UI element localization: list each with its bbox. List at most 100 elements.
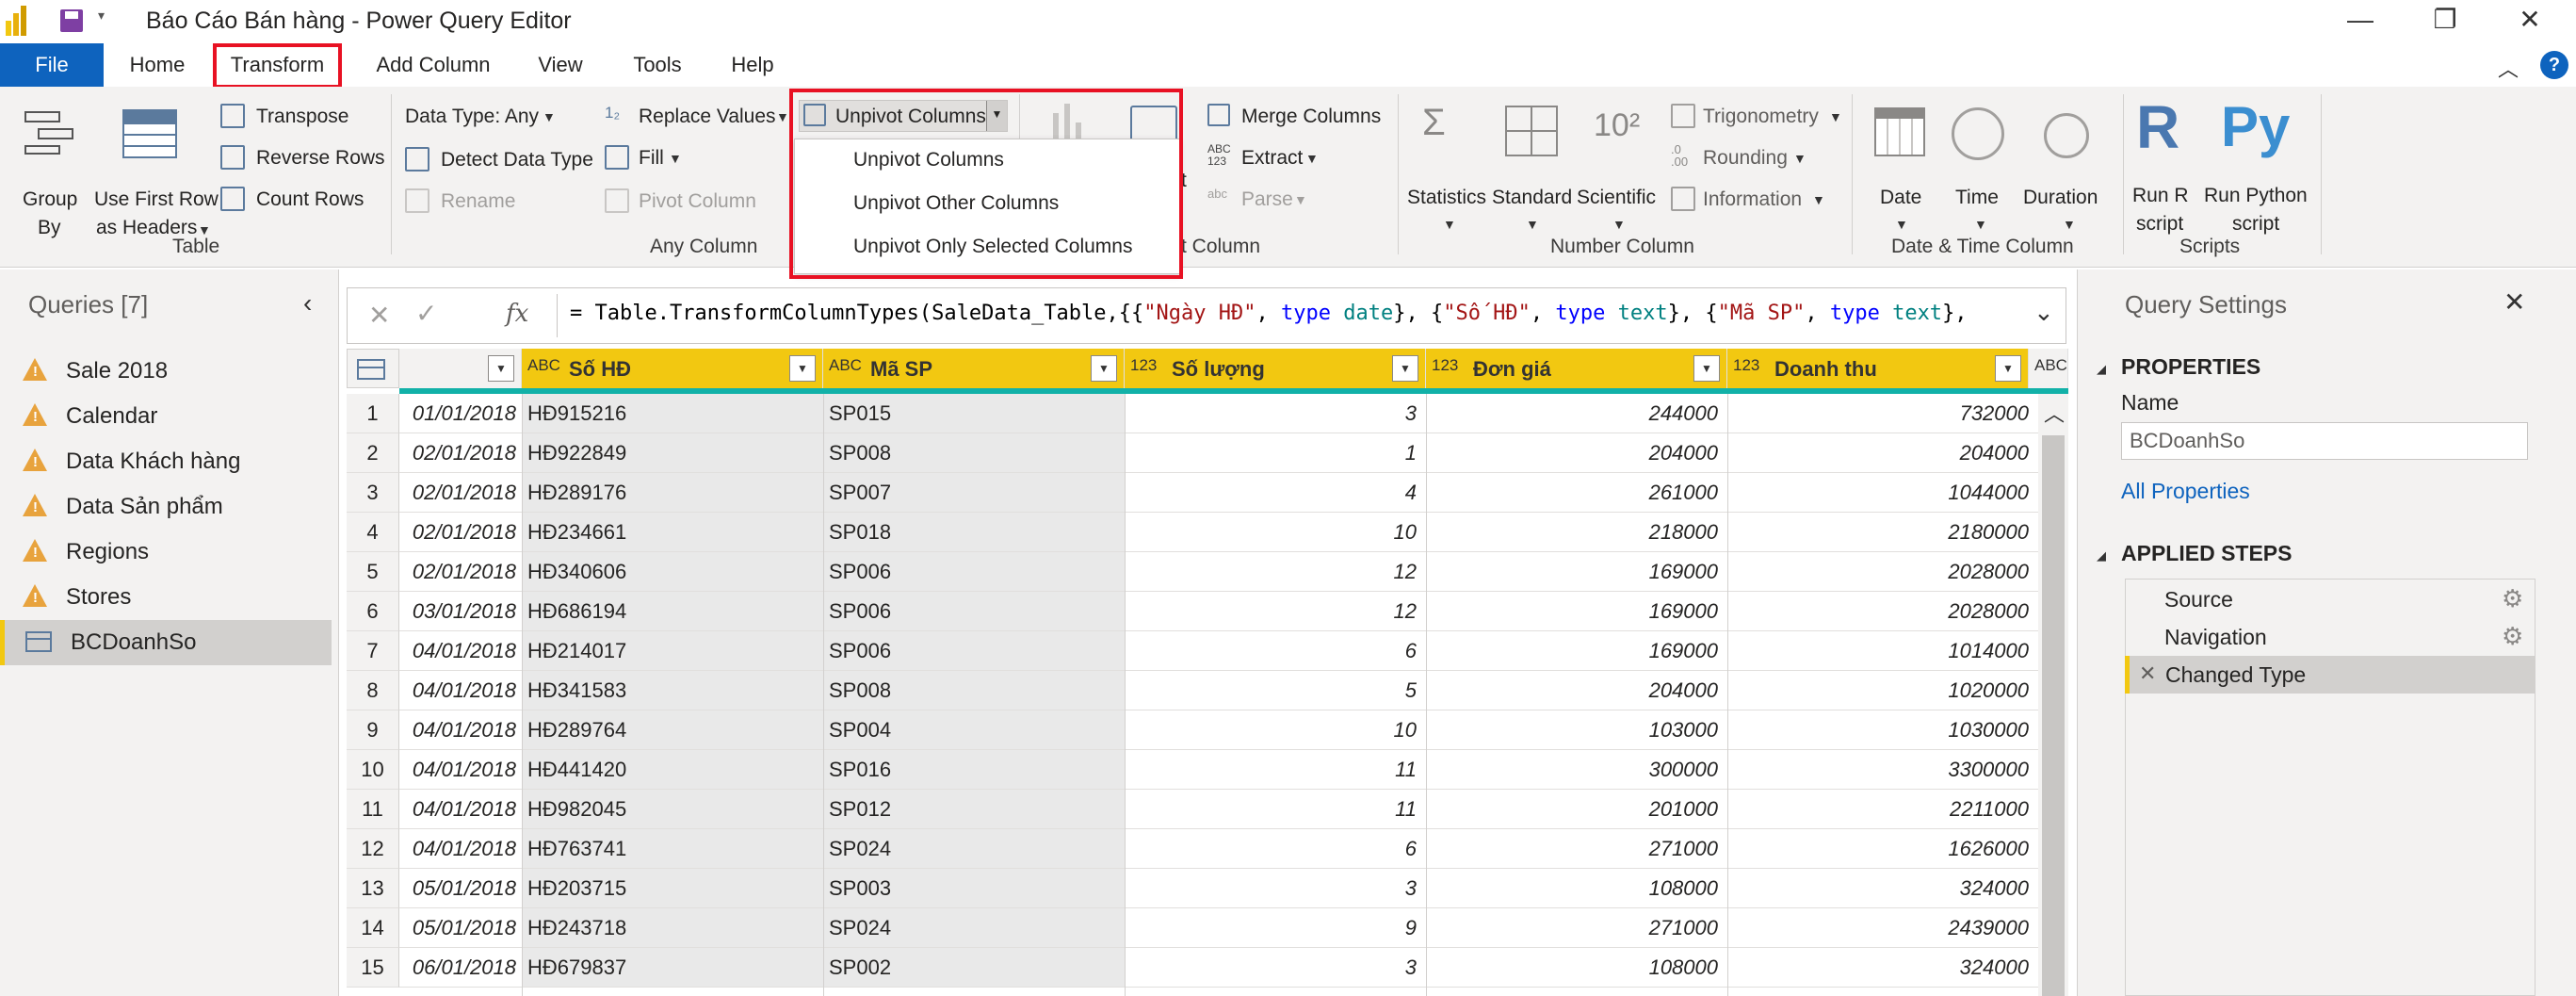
- fill-button[interactable]: Fill ▼: [605, 143, 689, 173]
- applied-step[interactable]: Navigation ⚙: [2125, 618, 2535, 656]
- table-cell[interactable]: SP007: [823, 473, 1125, 513]
- table-cell[interactable]: 3: [1125, 394, 1426, 433]
- filter-dropdown-icon[interactable]: ▼: [1693, 355, 1720, 382]
- table-cell[interactable]: 5: [1125, 671, 1426, 710]
- table-cell[interactable]: 1626000: [1727, 829, 2038, 869]
- table-cell[interactable]: 169000: [1426, 552, 1727, 592]
- tab-home[interactable]: Home: [118, 43, 197, 87]
- filter-dropdown-icon[interactable]: ▼: [1091, 355, 1117, 382]
- table-cell[interactable]: SP006: [823, 592, 1125, 631]
- row-number[interactable]: 14: [347, 908, 399, 948]
- column-header[interactable]: ABC Số HĐ ▼: [522, 349, 823, 388]
- query-item[interactable]: ! Sale 2018: [0, 349, 332, 394]
- column-header[interactable]: 123 Số lượng ▼: [1125, 349, 1426, 388]
- table-cell[interactable]: SP016: [823, 750, 1125, 790]
- tab-view[interactable]: View: [527, 43, 593, 87]
- table-cell[interactable]: 1044000: [1727, 473, 2038, 513]
- row-number[interactable]: 12: [347, 829, 399, 869]
- table-cell[interactable]: 201000: [1426, 790, 1727, 829]
- column-type-icon[interactable]: ABC: [829, 356, 862, 375]
- applied-step[interactable]: Source ⚙: [2125, 580, 2535, 618]
- gear-icon[interactable]: ⚙: [2502, 622, 2523, 651]
- table-cell[interactable]: 04/01/2018: [399, 829, 522, 869]
- column-type-icon[interactable]: 123: [1130, 356, 1157, 375]
- filter-dropdown-icon[interactable]: ▼: [1995, 355, 2021, 382]
- extract-button[interactable]: ABC 123 Extract ▼: [1206, 143, 1347, 173]
- table-cell[interactable]: 103000: [1426, 710, 1727, 750]
- table-cell[interactable]: 324000: [1727, 869, 2038, 908]
- filter-dropdown-icon[interactable]: ▼: [488, 355, 514, 382]
- formula-input[interactable]: = Table.TransformColumnTypes(SaleData_Ta…: [570, 302, 1968, 325]
- query-item[interactable]: ! Data Sản phẩm: [0, 484, 332, 530]
- reverse-rows-button[interactable]: Reverse Rows: [220, 143, 390, 173]
- expand-formula-icon[interactable]: ⌄: [2033, 298, 2054, 327]
- table-cell[interactable]: SP008: [823, 671, 1125, 710]
- table-cell[interactable]: 02/01/2018: [399, 433, 522, 473]
- help-icon[interactable]: ?: [2540, 51, 2568, 79]
- column-header[interactable]: ABC: [2029, 349, 2068, 388]
- query-item[interactable]: ! Stores: [0, 575, 332, 620]
- row-number[interactable]: 10: [347, 750, 399, 790]
- table-cell[interactable]: 271000: [1426, 908, 1727, 948]
- table-cell[interactable]: 6: [1125, 829, 1426, 869]
- table-cell[interactable]: 4: [1125, 473, 1426, 513]
- table-cell[interactable]: 11: [1125, 750, 1426, 790]
- filter-dropdown-icon[interactable]: ▼: [789, 355, 816, 382]
- cancel-formula-icon[interactable]: ✕: [368, 300, 390, 331]
- table-cell[interactable]: 04/01/2018: [399, 710, 522, 750]
- query-item[interactable]: BCDoanhSo: [0, 620, 332, 665]
- date-button[interactable]: Date ▼: [1857, 102, 1942, 232]
- table-cell[interactable]: 2180000: [1727, 513, 2038, 552]
- table-cell[interactable]: SP018: [823, 513, 1125, 552]
- parse-button[interactable]: abc Parse ▼: [1206, 185, 1347, 215]
- table-cell[interactable]: 3300000: [1727, 750, 2038, 790]
- collapse-queries-icon[interactable]: ‹: [303, 288, 312, 318]
- rename-button[interactable]: Rename: [405, 187, 546, 217]
- table-cell[interactable]: 05/01/2018: [399, 908, 522, 948]
- table-cell[interactable]: SP006: [823, 552, 1125, 592]
- table-cell[interactable]: HĐ679837: [522, 948, 823, 988]
- fx-icon[interactable]: fx: [506, 300, 528, 328]
- applied-step[interactable]: ✕ Changed Type: [2125, 656, 2535, 694]
- table-cell[interactable]: 02/01/2018: [399, 552, 522, 592]
- table-cell[interactable]: 05/01/2018: [399, 869, 522, 908]
- table-cell[interactable]: SP024: [823, 908, 1125, 948]
- table-cell[interactable]: 2028000: [1727, 592, 2038, 631]
- table-cell[interactable]: SP003: [823, 869, 1125, 908]
- table-cell[interactable]: 04/01/2018: [399, 750, 522, 790]
- table-cell[interactable]: 6: [1125, 631, 1426, 671]
- table-cell[interactable]: 04/01/2018: [399, 631, 522, 671]
- table-cell[interactable]: 04/01/2018: [399, 671, 522, 710]
- column-header[interactable]: 123 Doanh thu ▼: [1727, 349, 2029, 388]
- table-cell[interactable]: HĐ340606: [522, 552, 823, 592]
- table-cell[interactable]: 204000: [1426, 671, 1727, 710]
- scroll-thumb[interactable]: [2042, 435, 2065, 996]
- table-cell[interactable]: 108000: [1426, 869, 1727, 908]
- table-cell[interactable]: 1020000: [1727, 671, 2038, 710]
- query-item[interactable]: ! Calendar: [0, 394, 332, 439]
- row-number[interactable]: 5: [347, 552, 399, 592]
- column-type-icon[interactable]: ABC: [527, 356, 560, 375]
- table-cell[interactable]: HĐ915216: [522, 394, 823, 433]
- table-cell[interactable]: 02/01/2018: [399, 513, 522, 552]
- table-cell[interactable]: 204000: [1727, 433, 2038, 473]
- table-cell[interactable]: 12: [1125, 592, 1426, 631]
- delete-step-icon[interactable]: ✕: [2139, 661, 2156, 686]
- scientific-button[interactable]: 10² Scientific ▼: [1575, 102, 1660, 232]
- table-menu-corner[interactable]: [347, 349, 399, 388]
- table-cell[interactable]: 2028000: [1727, 552, 2038, 592]
- table-cell[interactable]: 3: [1125, 869, 1426, 908]
- table-cell[interactable]: HĐ922849: [522, 433, 823, 473]
- row-number[interactable]: 3: [347, 473, 399, 513]
- restore-button[interactable]: ❐: [2402, 0, 2488, 43]
- save-icon[interactable]: [60, 9, 83, 32]
- duration-button[interactable]: Duration ▼: [2017, 102, 2121, 232]
- tab-add-column[interactable]: Add Column: [367, 43, 499, 87]
- table-cell[interactable]: 1014000: [1727, 631, 2038, 671]
- run-python-script-button[interactable]: Py Run Python script: [2200, 94, 2317, 235]
- row-number[interactable]: 4: [347, 513, 399, 552]
- table-cell[interactable]: SP024: [823, 829, 1125, 869]
- rounding-button[interactable]: .0.00 Rounding ▼: [1669, 143, 1810, 173]
- table-cell[interactable]: HĐ214017: [522, 631, 823, 671]
- table-cell[interactable]: 10: [1125, 513, 1426, 552]
